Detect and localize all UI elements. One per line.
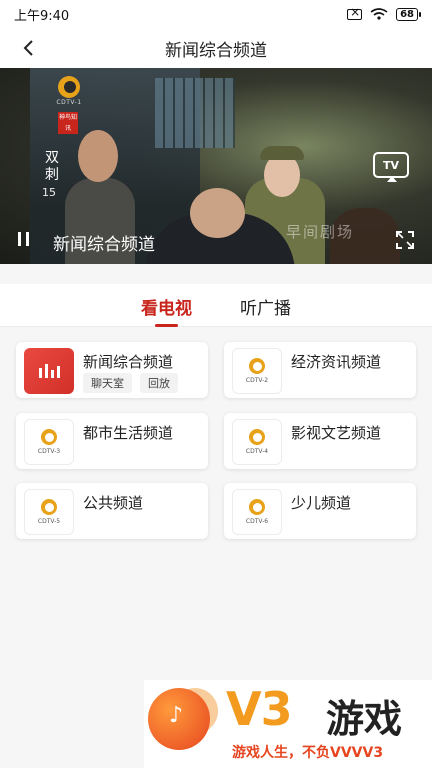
tab-watch-tv[interactable]: 看电视 — [141, 294, 192, 327]
channel-logo-icon: CDTV-5 — [24, 489, 74, 535]
episode-number: 15 — [42, 186, 56, 199]
channel-card-kids[interactable]: CDTV-6 少儿频道 — [224, 483, 416, 539]
channel-card-film[interactable]: CDTV-4 影视文艺频道 — [224, 413, 416, 469]
logo-ring-icon — [58, 76, 80, 98]
channel-logo-label: CDTV-5 — [37, 518, 61, 525]
channel-logo-icon: CDTV-4 — [232, 419, 282, 465]
v3-logo: V3 — [226, 682, 293, 736]
video-frame-figure-head — [190, 188, 245, 238]
status-bar: 上午9:40 68 — [0, 0, 432, 28]
pause-icon-bar — [26, 232, 29, 246]
channel-card-news[interactable]: 新闻综合频道 聊天室 回放 — [16, 342, 208, 398]
channel-logo-label: CDTV-2 — [245, 377, 269, 384]
channel-card-urban[interactable]: CDTV-3 都市生活频道 — [16, 413, 208, 469]
v3-slogan: 游戏人生，不负VVVV3 — [232, 745, 384, 761]
tab-bar: 看电视 听广播 — [0, 284, 432, 327]
wifi-icon — [370, 8, 388, 20]
channel-logo-icon: CDTV-2 — [232, 348, 282, 394]
channel-logo: CDTV-1 — [52, 76, 86, 110]
video-frame-figure-head — [78, 130, 118, 182]
tab-radio[interactable]: 听广播 — [240, 294, 291, 326]
channel-logo-label: CDTV-4 — [245, 448, 269, 455]
channel-logo-label: CDTV-6 — [245, 518, 269, 525]
channel-name: 公共频道 — [83, 494, 144, 512]
pause-icon-bar — [18, 232, 21, 246]
video-channel-title: 新闻综合频道 — [53, 235, 155, 255]
music-note-icon — [148, 688, 210, 750]
channel-logo-label: CDTV-3 — [37, 448, 61, 455]
channel-logo-icon: CDTV-3 — [24, 419, 74, 465]
channel-logo-icon: CDTV-6 — [232, 489, 282, 535]
video-frame-window — [155, 78, 235, 148]
back-button[interactable] — [14, 34, 42, 62]
channel-logo-text: CDTV-1 — [56, 99, 82, 106]
header-bar: 新闻综合频道 — [0, 28, 432, 68]
channel-card-public[interactable]: CDTV-5 公共频道 — [16, 483, 208, 539]
channel-actions: 聊天室 回放 — [83, 373, 178, 393]
channel-name: 少儿频道 — [291, 494, 352, 512]
chat-room-button[interactable]: 聊天室 — [83, 373, 132, 393]
channel-name: 新闻综合频道 — [83, 353, 174, 371]
channel-name: 经济资讯频道 — [291, 353, 382, 371]
status-icons: 68 — [347, 5, 421, 21]
channel-card-economy[interactable]: CDTV-2 经济资讯频道 — [224, 342, 416, 398]
battery-icon: 68 — [396, 7, 421, 21]
mute-icon — [347, 5, 363, 20]
pause-button[interactable] — [18, 232, 34, 248]
v3-watermark-ad: V3 游戏 游戏人生，不负VVVV3 — [144, 680, 432, 768]
program-badge: 神鸟知讯 — [58, 112, 78, 134]
channel-name: 影视文艺频道 — [291, 424, 382, 442]
show-title-vertical: 双刺 — [45, 150, 59, 183]
fullscreen-icon — [396, 231, 414, 249]
status-time: 上午9:40 — [14, 8, 70, 24]
cast-tv-button[interactable]: TV — [373, 152, 409, 182]
chevron-left-icon — [23, 40, 33, 56]
video-watermark: 早间剧场 — [286, 223, 355, 241]
video-frame-cap — [260, 146, 304, 160]
page-title: 新闻综合频道 — [165, 40, 267, 61]
channel-name: 都市生活频道 — [83, 424, 174, 442]
replay-button[interactable]: 回放 — [140, 373, 178, 393]
fullscreen-button[interactable] — [395, 230, 415, 250]
live-bars-icon — [24, 348, 74, 394]
v3-game-text: 游戏 — [326, 697, 403, 741]
